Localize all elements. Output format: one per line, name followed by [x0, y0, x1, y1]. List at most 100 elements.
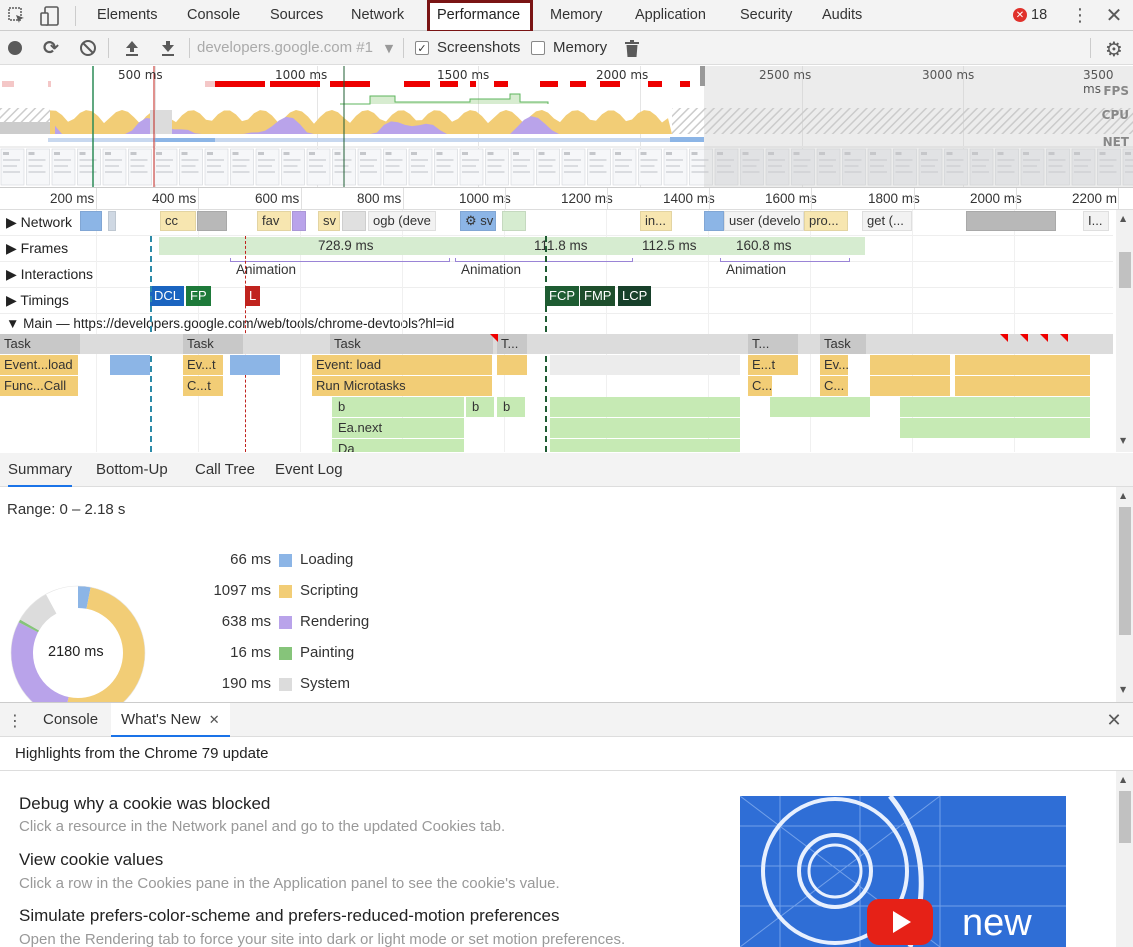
flame-call[interactable]: C...: [820, 376, 848, 396]
network-request-bar[interactable]: [342, 211, 366, 231]
error-count[interactable]: 18: [1031, 0, 1047, 30]
scroll-up-arrow[interactable]: ▲: [1120, 491, 1126, 500]
load-profile-icon[interactable]: [122, 38, 142, 58]
frames-track-label[interactable]: ▶ Frames: [6, 240, 68, 257]
memory-checkbox[interactable]: [531, 41, 545, 55]
flame-event[interactable]: Ev...t: [820, 355, 848, 375]
flame-call[interactable]: C...: [748, 376, 772, 396]
flame-call[interactable]: Run Microtasks: [312, 376, 492, 396]
more-options-icon[interactable]: ⋮: [1070, 4, 1090, 26]
network-request-bar[interactable]: [108, 211, 116, 231]
flame-block[interactable]: [230, 355, 280, 375]
flame-fn[interactable]: Da: [332, 439, 464, 452]
tab-call-tree[interactable]: Call Tree: [195, 453, 255, 487]
tab-application[interactable]: Application: [635, 0, 706, 30]
flame-call[interactable]: [955, 376, 1090, 396]
tab-audits[interactable]: Audits: [822, 0, 862, 30]
trash-icon[interactable]: [623, 38, 641, 58]
timings-track-label[interactable]: ▶ Timings: [6, 292, 69, 309]
network-request-bar[interactable]: [704, 211, 724, 231]
highlight-title[interactable]: Simulate prefers-color-scheme and prefer…: [19, 906, 559, 926]
flame-fn[interactable]: [770, 397, 870, 417]
scroll-down-arrow[interactable]: ▼: [1120, 685, 1126, 694]
flame-block[interactable]: [550, 355, 740, 375]
memory-label[interactable]: Memory: [553, 31, 607, 65]
timeline-tracks[interactable]: ▶ Network ▶ Frames ▶ Interactions ▶ Timi…: [0, 210, 1133, 452]
flame-fn[interactable]: [550, 439, 740, 452]
tab-sources[interactable]: Sources: [270, 0, 323, 30]
flame-task[interactable]: T...: [497, 334, 527, 354]
drawer-tab-whats-new[interactable]: What's New ✕: [111, 703, 230, 737]
network-request-bar[interactable]: get (...: [862, 211, 912, 231]
scroll-thumb[interactable]: [1119, 507, 1131, 635]
tracks-scrollbar[interactable]: ▲ ▼: [1116, 210, 1133, 452]
flame-event[interactable]: Ev...t: [183, 355, 223, 375]
flame-event[interactable]: Event: load: [312, 355, 492, 375]
highlight-title[interactable]: Debug why a cookie was blocked: [19, 794, 270, 814]
network-request-bar[interactable]: ogb (deve: [368, 211, 436, 231]
network-request-bar[interactable]: [966, 211, 1056, 231]
network-request-bar[interactable]: pro...: [804, 211, 848, 231]
flame-event[interactable]: [870, 355, 950, 375]
main-track-header[interactable]: ▼ Main — https://developers.google.com/w…: [0, 314, 1113, 336]
flame-call[interactable]: C...t: [183, 376, 223, 396]
network-request-bar[interactable]: I...: [1083, 211, 1109, 231]
tab-bottom-up[interactable]: Bottom-Up: [96, 453, 168, 487]
tab-security[interactable]: Security: [740, 0, 792, 30]
record-icon[interactable]: [8, 41, 22, 55]
flame-task[interactable]: Task: [183, 334, 243, 354]
drawer-menu-icon[interactable]: ⋮: [7, 711, 23, 730]
flame-task[interactable]: T...: [748, 334, 798, 354]
tab-summary[interactable]: Summary: [8, 453, 73, 487]
network-request-bar[interactable]: [502, 211, 526, 231]
close-drawer-icon[interactable]: ✕: [1103, 709, 1125, 731]
scroll-thumb[interactable]: [1119, 252, 1131, 288]
profile-select[interactable]: developers.google.com #1: [197, 31, 373, 65]
network-request-bar[interactable]: ⚙ sv: [460, 211, 496, 231]
flame-event[interactable]: [955, 355, 1090, 375]
youtube-play-icon[interactable]: [867, 899, 933, 945]
scroll-up-arrow[interactable]: ▲: [1120, 214, 1126, 223]
tab-event-log[interactable]: Event Log: [275, 453, 343, 487]
flame-event[interactable]: Event...load: [0, 355, 78, 375]
error-icon[interactable]: ✕: [1013, 8, 1027, 22]
flame-fn[interactable]: b: [497, 397, 525, 417]
flame-fn[interactable]: [550, 418, 740, 438]
screenshots-label[interactable]: Screenshots: [437, 31, 520, 65]
drawer-tab-console[interactable]: Console: [43, 703, 98, 737]
network-request-bar[interactable]: user (develo: [724, 211, 804, 231]
main-track-label[interactable]: ▼ Main — https://developers.google.com/w…: [6, 316, 454, 331]
save-profile-icon[interactable]: [158, 38, 178, 58]
timing-marker-dcl[interactable]: DCL: [150, 286, 185, 306]
summary-scrollbar[interactable]: ▲ ▼: [1116, 487, 1133, 702]
flame-fn[interactable]: [900, 397, 1090, 417]
flame-fn[interactable]: b: [332, 397, 464, 417]
flame-fn[interactable]: Ea.next: [332, 418, 464, 438]
flame-event[interactable]: E...t: [748, 355, 798, 375]
timing-marker-fcp[interactable]: FCP: [545, 286, 579, 306]
flame-block[interactable]: [110, 355, 150, 375]
scroll-up-arrow[interactable]: ▲: [1120, 775, 1126, 784]
flame-call[interactable]: [870, 376, 950, 396]
interactions-track[interactable]: ▶ Interactions: [0, 262, 1113, 288]
tab-console[interactable]: Console: [187, 0, 240, 30]
network-request-bar[interactable]: [292, 211, 306, 231]
drawer-scrollbar[interactable]: ▲: [1116, 771, 1133, 947]
flame-task[interactable]: Task: [0, 334, 80, 354]
tab-memory[interactable]: Memory: [550, 0, 602, 30]
clear-icon[interactable]: [78, 38, 98, 58]
chevron-down-icon[interactable]: ▼: [382, 39, 396, 57]
network-request-bar[interactable]: sv: [318, 211, 340, 231]
scroll-down-arrow[interactable]: ▼: [1120, 436, 1126, 445]
timing-marker-l[interactable]: L: [245, 286, 261, 306]
whats-new-video-thumbnail[interactable]: new: [740, 796, 1066, 947]
network-request-bar[interactable]: cc: [160, 211, 196, 231]
network-request-bar[interactable]: fav: [257, 211, 291, 231]
tab-network[interactable]: Network: [351, 0, 404, 30]
network-request-bar[interactable]: [197, 211, 227, 231]
flame-fn[interactable]: [900, 418, 1090, 438]
device-toolbar-icon[interactable]: [38, 4, 62, 28]
interactions-track-label[interactable]: ▶ Interactions: [6, 266, 93, 283]
flame-fn[interactable]: b: [466, 397, 494, 417]
network-request-bar[interactable]: [80, 211, 102, 231]
